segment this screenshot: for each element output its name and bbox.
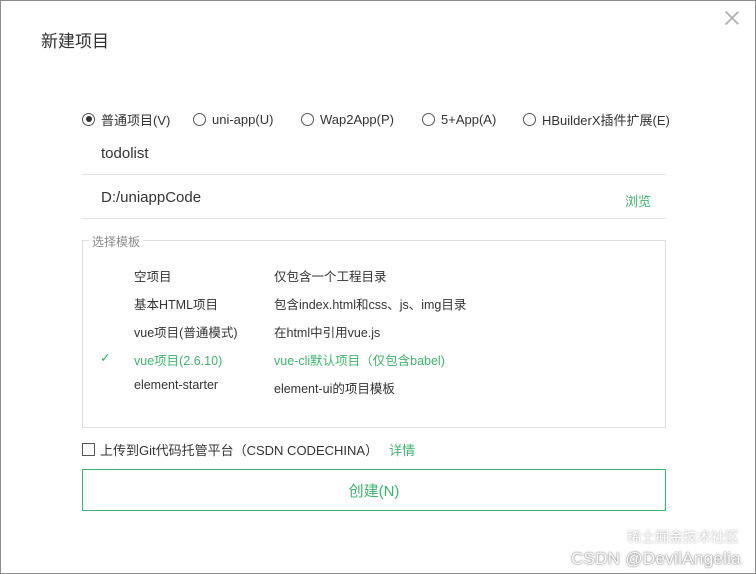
template-row-empty[interactable]: 空项目 仅包含一个工程目录 <box>83 264 665 286</box>
project-name-field[interactable]: todolist <box>82 137 666 175</box>
radio-unchecked-icon[interactable] <box>301 112 314 126</box>
radio-hbuilderx-plugin[interactable]: HBuilderX插件扩展(E) <box>523 110 670 128</box>
watermark-top: 稀土掘金技术社区 <box>627 529 739 545</box>
location-field[interactable]: D:/uniappCode 浏览 <box>82 181 666 219</box>
radio-5plus-app[interactable]: 5+App(A) <box>422 110 496 128</box>
template-desc: 在html中引用vue.js <box>274 326 381 340</box>
radio-label: HBuilderX插件扩展(E) <box>542 112 670 128</box>
radio-unchecked-icon[interactable] <box>523 112 536 126</box>
template-desc: element-ui的项目模板 <box>274 382 395 396</box>
project-name-value: todolist <box>101 145 149 162</box>
template-desc: 包含index.html和css、js、img目录 <box>274 298 467 312</box>
project-type-radio-group: 普通项目(V) uni-app(U) Wap2App(P) 5+App(A) H… <box>82 110 682 128</box>
radio-label: 5+App(A) <box>441 111 497 127</box>
radio-unchecked-icon[interactable] <box>422 112 435 126</box>
radio-label: uni-app(U) <box>212 111 274 127</box>
new-project-dialog: 新建项目 普通项目(V) uni-app(U) Wap2App(P) 5+App… <box>0 0 756 574</box>
template-name: element-starter <box>134 378 219 392</box>
template-legend: 选择模板 <box>89 233 144 250</box>
template-row-basic-html[interactable]: 基本HTML项目 包含index.html和css、js、img目录 <box>83 292 665 314</box>
radio-checked-icon[interactable] <box>82 112 95 126</box>
radio-label: Wap2App(P) <box>320 111 394 127</box>
template-row-element-starter[interactable]: element-starter element-ui的项目模板 <box>83 376 665 398</box>
template-row-vue-normal[interactable]: vue项目(普通模式) 在html中引用vue.js <box>83 320 665 342</box>
location-value: D:/uniappCode <box>101 189 202 206</box>
radio-wap2app[interactable]: Wap2App(P) <box>301 110 394 128</box>
radio-label: 普通项目(V) <box>101 112 171 128</box>
template-desc: 仅包含一个工程目录 <box>274 270 387 284</box>
check-icon: ✓ <box>100 350 111 365</box>
template-desc: vue-cli默认项目（仅包含babel) <box>274 354 445 368</box>
details-link[interactable]: 详情 <box>389 440 415 459</box>
template-name: vue项目(普通模式) <box>134 326 238 340</box>
radio-unchecked-icon[interactable] <box>193 112 206 126</box>
git-upload-row: 上传到Git代码托管平台（CSDN CODECHINA） 详情 <box>82 440 415 458</box>
radio-normal-project[interactable]: 普通项目(V) <box>82 110 170 128</box>
template-name: 基本HTML项目 <box>134 298 219 312</box>
template-group: 选择模板 空项目 仅包含一个工程目录 基本HTML项目 包含index.html… <box>82 233 666 428</box>
browse-link[interactable]: 浏览 <box>625 191 651 210</box>
template-name: vue项目(2.6.10) <box>134 354 223 368</box>
watermark: CSDN @DevilAngelia <box>570 549 741 568</box>
template-row-vue-cli[interactable]: ✓ vue项目(2.6.10) vue-cli默认项目（仅包含babel) <box>83 348 665 370</box>
create-button[interactable]: 创建(N) <box>82 469 666 511</box>
radio-uni-app[interactable]: uni-app(U) <box>193 110 273 128</box>
git-upload-label: 上传到Git代码托管平台（CSDN CODECHINA） <box>100 442 379 458</box>
dialog-title: 新建项目 <box>41 32 109 51</box>
git-upload-checkbox[interactable] <box>82 442 95 456</box>
close-icon[interactable] <box>723 9 741 27</box>
template-name: 空项目 <box>134 270 172 284</box>
